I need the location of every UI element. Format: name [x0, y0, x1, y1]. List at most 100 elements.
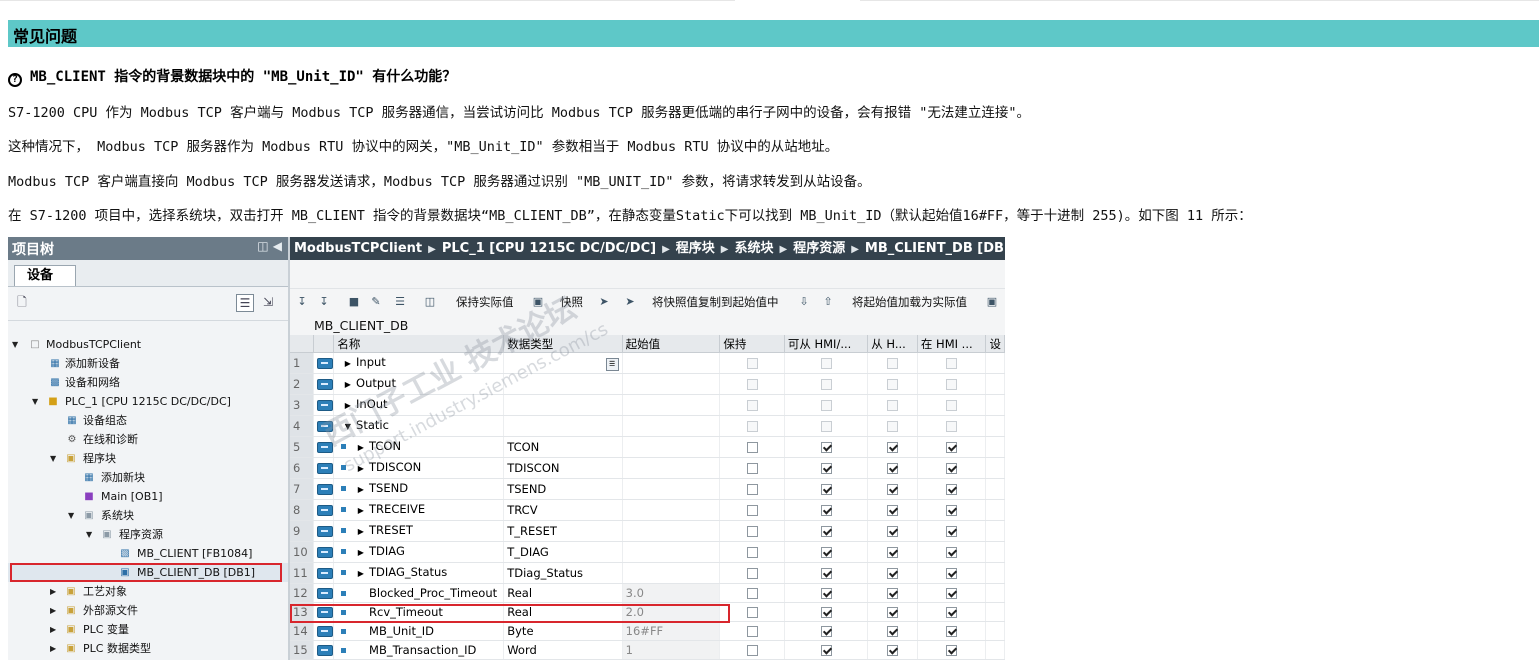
hmi-write-checkbox[interactable] — [887, 463, 899, 474]
hmi-access-checkbox[interactable] — [820, 607, 832, 618]
var-name-cell[interactable]: MB_State — [333, 659, 505, 660]
var-type-cell[interactable]: Real — [503, 583, 623, 603]
table-row[interactable]: 7 ▶ TSEND TSEND — [290, 478, 1005, 500]
start-value-cell[interactable] — [622, 457, 721, 479]
hmi-access-checkbox[interactable] — [820, 645, 832, 656]
hmi-visible-checkbox[interactable] — [946, 607, 958, 618]
var-name-cell[interactable]: MB_Unit_ID — [333, 621, 505, 641]
var-name-cell[interactable]: ▶ TDIAG — [333, 541, 505, 563]
hmi-visible-checkbox[interactable] — [946, 463, 958, 474]
hmi-visible-checkbox[interactable] — [946, 358, 958, 369]
col-header-name[interactable]: 名称 — [333, 335, 505, 353]
tree-item-add-device[interactable]: ▦ 添加新设备 — [8, 354, 288, 373]
hmi-access-checkbox[interactable] — [820, 421, 832, 432]
retain-checkbox[interactable] — [746, 463, 758, 474]
col-header-retain[interactable]: 保持 — [719, 335, 785, 353]
breadcrumb-item[interactable]: 程序块 — [676, 241, 715, 256]
start-value-cell[interactable]: 16#FF — [622, 621, 721, 641]
table-row[interactable]: 6 ▶ TDISCON TDISCON — [290, 457, 1005, 479]
retain-checkbox[interactable] — [746, 626, 758, 637]
hmi-write-checkbox[interactable] — [887, 442, 899, 453]
collapse-pane-icon[interactable]: ◫ ◀ — [257, 239, 282, 253]
export-icon[interactable]: ⇲ — [260, 294, 276, 310]
hmi-visible-checkbox[interactable] — [946, 526, 958, 537]
load-start-button[interactable]: 将起始值加载为实际值 — [852, 294, 967, 310]
var-type-cell[interactable]: Word — [503, 659, 623, 660]
retain-checkbox[interactable] — [746, 358, 758, 369]
expand-arrow-icon[interactable]: ▶ — [343, 376, 352, 394]
var-name-cell[interactable]: ▶ InOut — [333, 394, 505, 416]
hmi-visible-checkbox[interactable] — [946, 645, 958, 656]
keep-actual-button[interactable]: 保持实际值 — [456, 294, 514, 310]
retain-checkbox[interactable] — [746, 607, 758, 618]
col-header-start[interactable]: 起始值 — [622, 335, 721, 353]
retain-checkbox[interactable] — [746, 568, 758, 579]
tree-item-online-diag[interactable]: ⚙ 在线和诊断 — [8, 430, 288, 449]
var-name-cell[interactable]: ▶ TCON — [333, 436, 505, 458]
hmi-access-checkbox[interactable] — [820, 463, 832, 474]
breadcrumb-item[interactable]: MB_CLIENT_DB [DB1] — [865, 241, 1005, 256]
snapshot-button[interactable]: 快照 — [560, 294, 583, 310]
table-row[interactable]: 14 MB_Unit_ID Byte 16#FF — [290, 621, 1005, 641]
retain-checkbox[interactable] — [746, 645, 758, 656]
hmi-write-checkbox[interactable] — [887, 526, 899, 537]
col-header-hmi-visible[interactable]: 在 HMI ... — [917, 335, 987, 353]
var-type-cell[interactable]: T_DIAG — [503, 541, 623, 563]
breadcrumb-item[interactable]: 系统块 — [734, 241, 773, 256]
hmi-write-checkbox[interactable] — [887, 379, 899, 390]
var-type-cell[interactable] — [503, 394, 623, 416]
tree-item-plc-datatypes[interactable]: ▶ ▣ PLC 数据类型 — [8, 639, 288, 658]
var-name-cell[interactable]: ▶ TSEND — [333, 478, 505, 500]
tree-item-system-blocks[interactable]: ▼ ▣ 系统块 — [8, 506, 288, 525]
tree-item-devices-networks[interactable]: ▩ 设备和网络 — [8, 373, 288, 392]
col-header-type[interactable]: 数据类型 — [503, 335, 623, 353]
hmi-visible-checkbox[interactable] — [946, 505, 958, 516]
var-type-cell[interactable]: Word — [503, 640, 623, 660]
expand-arrow-icon[interactable]: ▶ — [356, 544, 365, 562]
copy-snapshot-button[interactable]: 将快照值复制到起始值中 — [652, 294, 779, 310]
var-type-cell[interactable]: Byte — [503, 621, 623, 641]
expand-arrow-icon[interactable]: ▼ — [86, 525, 96, 544]
hmi-visible-checkbox[interactable] — [946, 626, 958, 637]
start-value-cell[interactable] — [622, 541, 721, 563]
start-value-cell[interactable] — [622, 394, 721, 416]
hmi-visible-checkbox[interactable] — [946, 484, 958, 495]
tree-item-main-ob1[interactable]: ■ Main [OB1] — [8, 487, 288, 506]
table-row[interactable]: 4 ▼ Static — [290, 415, 1005, 437]
var-type-cell[interactable]: TRCV — [503, 499, 623, 521]
new-item-icon[interactable]: 🗋 — [14, 294, 30, 310]
retain-checkbox[interactable] — [746, 484, 758, 495]
hmi-access-checkbox[interactable] — [820, 484, 832, 495]
expand-arrow-icon[interactable]: ▼ — [68, 506, 78, 525]
hmi-access-checkbox[interactable] — [820, 547, 832, 558]
table-row[interactable]: 10 ▶ TDIAG T_DIAG — [290, 541, 1005, 563]
expand-arrow-icon[interactable]: ▶ — [343, 355, 352, 373]
download-icon[interactable]: ⇩ — [796, 294, 812, 310]
hmi-access-checkbox[interactable] — [820, 626, 832, 637]
hmi-write-checkbox[interactable] — [887, 421, 899, 432]
hmi-write-checkbox[interactable] — [887, 645, 899, 656]
hmi-visible-checkbox[interactable] — [946, 588, 958, 599]
tree-item-project[interactable]: ▼ □ ModbusTCPClient — [8, 335, 288, 354]
table-row[interactable]: 16 MB_StateWord16#0 — [290, 659, 1005, 660]
var-type-cell[interactable]: ☰ — [503, 352, 623, 374]
hmi-write-checkbox[interactable] — [887, 626, 899, 637]
hmi-write-checkbox[interactable] — [887, 547, 899, 558]
retain-checkbox[interactable] — [746, 547, 758, 558]
browse-icon[interactable]: ☰ — [605, 358, 619, 371]
expand-arrow-icon[interactable]: ▶ — [50, 620, 60, 639]
var-name-cell[interactable]: ▶ TDIAG_Status — [333, 562, 505, 584]
var-type-cell[interactable] — [503, 373, 623, 395]
expand-arrow-icon[interactable]: ▼ — [12, 335, 22, 354]
var-type-cell[interactable]: TDiag_Status — [503, 562, 623, 584]
var-name-cell[interactable]: ▶ TDISCON — [333, 457, 505, 479]
expand-arrow-icon[interactable]: ▶ — [356, 460, 365, 478]
hmi-visible-checkbox[interactable] — [946, 568, 958, 579]
col-header-hmi-access[interactable]: 可从 HMI/... — [784, 335, 869, 353]
collapse-arrow-icon[interactable]: ▼ — [343, 418, 352, 436]
detail-view-icon[interactable]: ☰ — [236, 294, 254, 312]
hmi-write-checkbox[interactable] — [887, 400, 899, 411]
start-value-cell[interactable] — [622, 352, 721, 374]
tab-devices[interactable]: 设备 — [14, 265, 76, 286]
expand-arrow-icon[interactable]: ▶ — [356, 481, 365, 499]
